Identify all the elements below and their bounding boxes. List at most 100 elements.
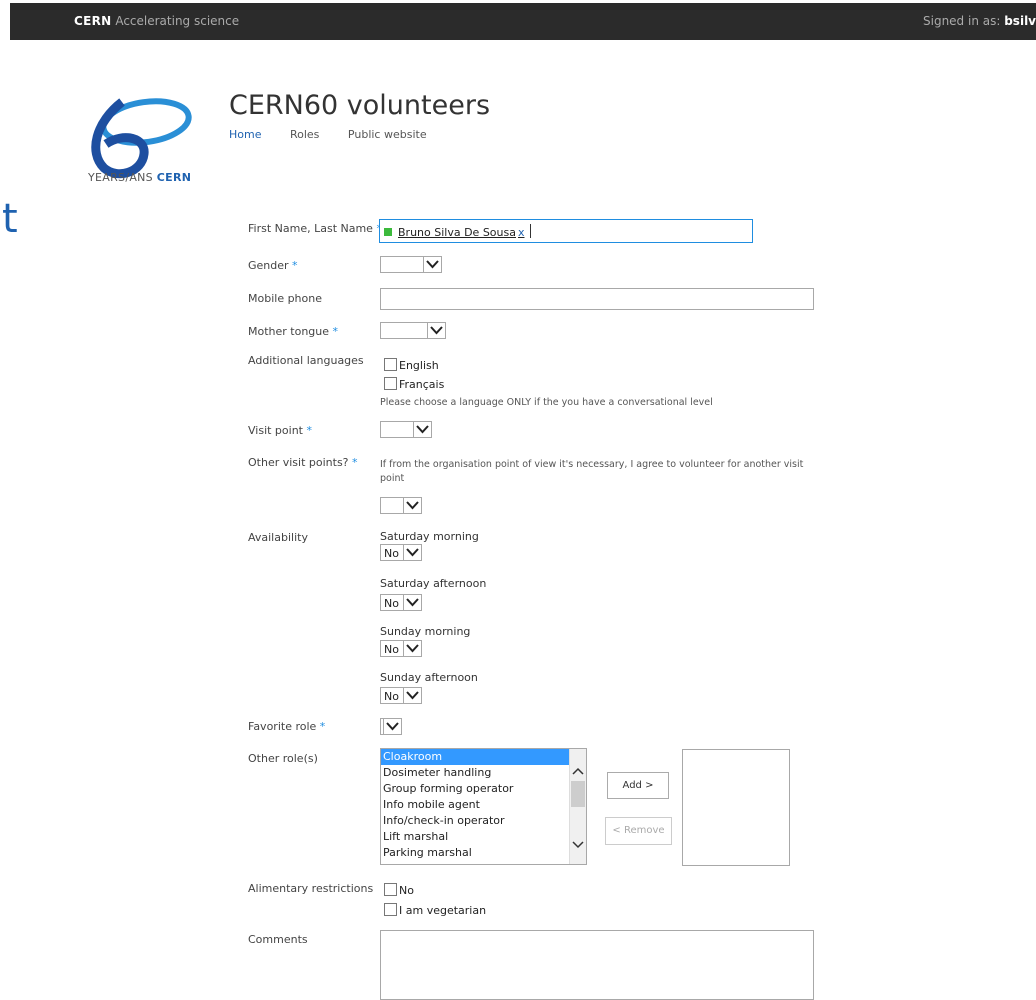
sunday-afternoon-select[interactable]: No <box>380 687 422 704</box>
site-title: CERN60 volunteers <box>229 90 491 121</box>
selected-value: No <box>384 597 399 610</box>
nav-public-website[interactable]: Public website <box>348 128 427 141</box>
chevron-down-icon <box>427 323 445 338</box>
top-nav: Home Roles Public website <box>229 128 452 141</box>
name-people-picker[interactable]: Bruno Silva De Sousa x <box>379 219 753 243</box>
required-mark: * <box>319 720 326 733</box>
favorite-role-label: Favorite role * <box>248 720 325 733</box>
checkbox-icon[interactable] <box>384 377 397 390</box>
chevron-down-icon <box>403 688 421 703</box>
nav-roles[interactable]: Roles <box>290 128 319 141</box>
role-option[interactable]: Group forming operator <box>381 781 586 797</box>
sunday-morning-select[interactable]: No <box>380 640 422 657</box>
mobile-label: Mobile phone <box>248 292 323 305</box>
chevron-down-icon <box>413 422 431 437</box>
remove-name-button[interactable]: x <box>518 226 525 239</box>
checkbox-icon[interactable] <box>384 358 397 371</box>
required-mark: * <box>352 456 358 469</box>
selected-roles-listbox[interactable] <box>682 749 790 866</box>
chevron-down-icon[interactable] <box>572 841 584 849</box>
required-mark: * <box>292 259 298 272</box>
additional-languages-label: Additional languages <box>248 354 364 367</box>
role-option[interactable]: Parking marshal <box>381 845 586 861</box>
other-visit-note: If from the organisation point of view i… <box>380 459 804 484</box>
required-mark: * <box>332 325 339 338</box>
logo-years: YEARS/ANS <box>88 171 153 184</box>
alimentary-no[interactable]: No <box>384 883 414 897</box>
other-visit-select[interactable] <box>380 497 422 514</box>
checkbox-icon[interactable] <box>384 883 397 896</box>
visit-point-select[interactable] <box>380 421 432 438</box>
remove-role-button[interactable]: < Remove <box>605 817 672 845</box>
other-visit-label: Other visit points? * <box>248 456 358 469</box>
language-francais-label: Français <box>399 378 445 391</box>
comments-label: Comments <box>248 933 308 946</box>
other-roles-label: Other role(s) <box>248 752 318 765</box>
availability-slot-label: Saturday afternoon <box>380 577 487 590</box>
gender-label: Gender * <box>248 259 298 272</box>
other-visit-label-text: Other visit points? <box>248 456 349 469</box>
chevron-down-icon <box>403 498 421 513</box>
chevron-down-icon <box>403 595 421 610</box>
listbox-scrollbar[interactable] <box>569 749 586 864</box>
scrollbar-thumb[interactable] <box>571 781 585 807</box>
name-token[interactable]: Bruno Silva De Sousa x <box>398 226 525 239</box>
availability-slot-label: Saturday morning <box>380 530 479 543</box>
signed-in-label: Signed in as: <box>923 14 1001 28</box>
availability-label: Availability <box>248 531 308 544</box>
alimentary-vegetarian-label: I am vegetarian <box>399 904 487 917</box>
logo-cern: CERN <box>156 171 192 184</box>
chevron-down-icon <box>403 545 421 560</box>
chevron-down-icon <box>423 257 441 272</box>
mother-tongue-select[interactable] <box>380 322 446 339</box>
top-bar: CERN Accelerating science Signed in as: … <box>10 3 1036 40</box>
chevron-up-icon[interactable] <box>572 767 584 775</box>
favorite-role-select[interactable] <box>380 718 402 735</box>
favorite-role-label-text: Favorite role <box>248 720 317 733</box>
nav-home[interactable]: Home <box>229 128 261 141</box>
name-value: Bruno Silva De Sousa <box>398 226 516 239</box>
brand[interactable]: CERN Accelerating science <box>74 14 239 28</box>
role-option[interactable]: Cloakroom <box>381 749 586 765</box>
role-option[interactable]: Info mobile agent <box>381 797 586 813</box>
role-option[interactable]: Lift marshal <box>381 829 586 845</box>
gender-label-text: Gender <box>248 259 289 272</box>
brand-name: CERN <box>74 14 112 28</box>
required-mark: * <box>306 424 313 437</box>
clipped-left-text: t <box>2 196 18 242</box>
mobile-phone-input[interactable] <box>380 288 814 310</box>
gender-select[interactable] <box>380 256 442 273</box>
availability-slot-label: Sunday morning <box>380 625 471 638</box>
signed-in-user[interactable]: bsilv <box>1004 14 1036 28</box>
language-francais[interactable]: Français <box>384 377 444 391</box>
saturday-afternoon-select[interactable]: No <box>380 594 422 611</box>
name-label-text: First Name, Last Name <box>248 222 373 235</box>
signed-in[interactable]: Signed in as: bsilv <box>923 14 1036 28</box>
language-note: Please choose a language ONLY if the you… <box>380 397 713 408</box>
alimentary-label: Alimentary restrictions <box>248 882 374 895</box>
name-label: First Name, Last Name * <box>248 222 382 235</box>
selected-value: No <box>384 690 399 703</box>
alimentary-vegetarian[interactable]: I am vegetarian <box>384 903 486 917</box>
checkbox-icon[interactable] <box>384 903 397 916</box>
saturday-morning-select[interactable]: No <box>380 544 422 561</box>
mother-tongue-label: Mother tongue * <box>248 325 338 338</box>
mother-tongue-label-text: Mother tongue <box>248 325 330 338</box>
text-cursor <box>530 224 531 238</box>
comments-textarea[interactable] <box>380 930 814 1000</box>
availability-slot-label: Sunday afternoon <box>380 671 478 684</box>
chevron-down-icon <box>403 641 421 656</box>
visit-point-label: Visit point * <box>248 424 312 437</box>
role-option[interactable]: Info/check-in operator <box>381 813 586 829</box>
roles-listbox[interactable]: Cloakroom Dosimeter handling Group formi… <box>380 748 587 865</box>
brand-tagline: Accelerating science <box>115 14 240 28</box>
role-option[interactable]: Dosimeter handling <box>381 765 586 781</box>
logo-text: YEARS/ANS CERN <box>88 171 191 184</box>
language-english[interactable]: English <box>384 358 439 372</box>
selected-value: No <box>384 643 399 656</box>
visit-point-label-text: Visit point <box>248 424 303 437</box>
add-role-button[interactable]: Add > <box>607 772 669 799</box>
alimentary-no-label: No <box>399 884 414 897</box>
selected-value: No <box>384 547 399 560</box>
presence-icon <box>384 228 392 236</box>
